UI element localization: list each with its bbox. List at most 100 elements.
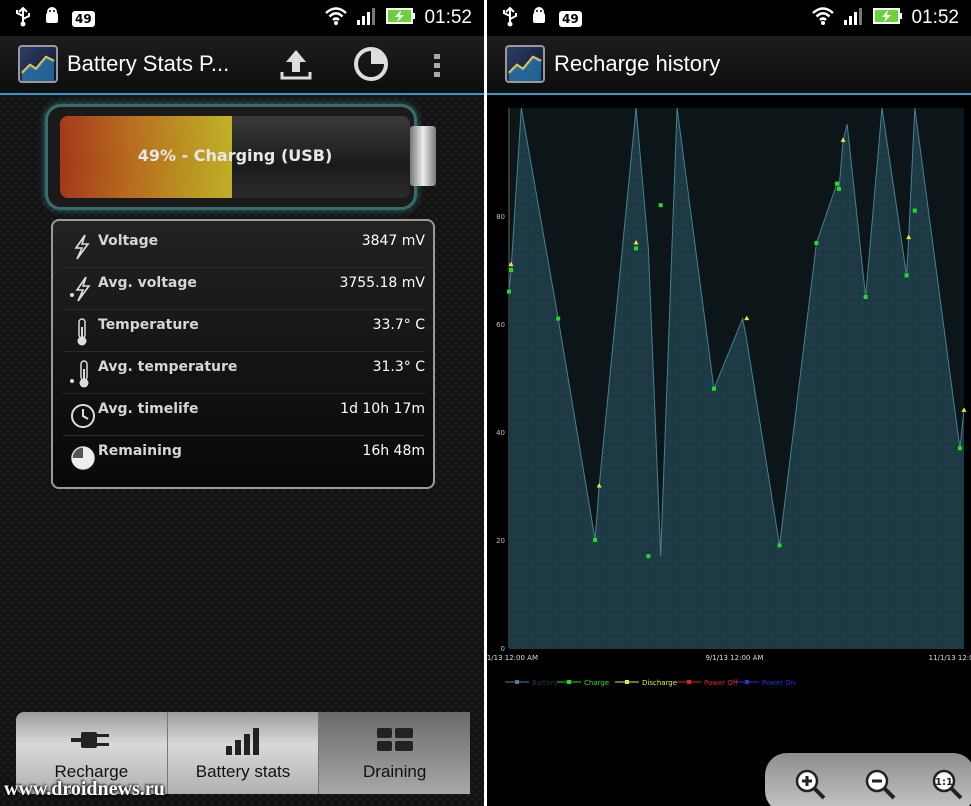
stat-label: Voltage <box>98 233 159 249</box>
pie-icon <box>69 443 95 471</box>
stat-row-voltage: Voltage 3847 mV <box>63 225 425 268</box>
usb-icon <box>14 6 32 31</box>
charge-point <box>509 268 514 272</box>
charge-point <box>904 273 909 278</box>
charge-point <box>507 289 511 294</box>
avg-bolt-icon <box>69 275 95 303</box>
thermometer-icon <box>69 317 95 346</box>
overflow-menu-button[interactable] <box>428 44 448 84</box>
stat-value: 3847 mV <box>361 233 425 249</box>
battery-gauge: 49% - Charging (USB) <box>45 104 417 210</box>
clock-icon <box>69 401 95 429</box>
stat-label: Avg. timelife <box>98 401 199 417</box>
avg-thermometer-icon <box>69 359 95 388</box>
stat-label: Temperature <box>98 317 199 333</box>
stat-value: 31.3° C <box>372 359 425 375</box>
zoom-out-button[interactable] <box>863 767 897 801</box>
legend-marker <box>687 680 691 684</box>
x-tick-label: 9/1/13 12:00 AM <box>705 654 763 662</box>
action-bar: Recharge history <box>487 36 971 95</box>
upload-button[interactable] <box>276 44 316 84</box>
pie-chart-icon <box>354 47 388 81</box>
recharge-history-chart[interactable]: 0 20 40 60 80 7/1/13 12:00 AM 9/1/13 12:00 AM 1… <box>487 96 971 706</box>
legend-label: Charge <box>584 679 609 687</box>
stat-value: 1d 10h 17m <box>340 401 425 417</box>
charge-point <box>593 538 598 542</box>
status-bar: 49 01:52 <box>0 0 484 36</box>
clock: 01:52 <box>911 7 959 28</box>
tab-draining[interactable]: Draining <box>319 712 471 794</box>
notification-badge: 49 <box>559 11 582 27</box>
charge-point <box>957 446 962 451</box>
y-tick-label: 40 <box>496 429 505 437</box>
legend-label: Power Off <box>704 679 738 687</box>
action-bar: Battery Stats P... <box>0 36 484 95</box>
screen-title: Recharge history <box>554 51 721 76</box>
legend-label: Discharge <box>642 679 677 687</box>
watermark: www.droidnews.ru <box>4 778 165 800</box>
charge-point <box>711 386 716 391</box>
bolt-icon <box>69 233 95 261</box>
tab-label: Draining <box>363 762 427 781</box>
charge-point <box>634 246 639 251</box>
legend-marker <box>625 680 629 684</box>
blocks-icon <box>375 726 415 758</box>
battery-stats-screen: 49 01:52 Battery Stats P... 49% - Chargi… <box>0 0 484 806</box>
plug-icon <box>69 726 113 758</box>
stat-row-avg-timelife: Avg. timelife 1d 10h 17m <box>63 393 425 436</box>
y-tick-label: 80 <box>496 213 505 221</box>
pie-chart-button[interactable] <box>351 44 391 84</box>
android-debug-icon <box>529 7 549 31</box>
battery-status-label: 49% - Charging (USB) <box>137 146 333 165</box>
charge-point <box>912 208 917 213</box>
y-tick-label: 20 <box>496 537 505 545</box>
stats-panel: Voltage 3847 mV Avg. voltage 3755.18 mV … <box>51 219 435 489</box>
stat-value: 3755.18 mV <box>339 275 425 291</box>
signal-icon <box>356 6 378 30</box>
signal-icon <box>843 6 865 30</box>
legend-marker <box>515 680 519 684</box>
stat-row-avg-temperature: Avg. temperature 31.3° C <box>63 351 425 394</box>
upload-icon <box>280 50 312 80</box>
recharge-history-screen: 49 01:52 Recharge history 0 20 40 60 80 7/1/1… <box>487 0 971 806</box>
stat-row-temperature: Temperature 33.7° C <box>63 309 425 352</box>
app-logo-icon[interactable] <box>18 45 58 83</box>
zoom-reset-label: 1:1 <box>935 777 953 788</box>
legend-marker <box>567 680 571 684</box>
legend-label: Power On <box>762 679 795 687</box>
app-title: Battery Stats P... <box>67 51 230 76</box>
x-tick-label: 11/1/13 12:00 AM <box>929 654 971 662</box>
wifi-icon <box>811 6 835 30</box>
stat-label: Avg. temperature <box>98 359 238 375</box>
overflow-icon <box>434 54 440 77</box>
charge-point <box>777 543 782 548</box>
y-tick-label: 0 <box>501 645 505 653</box>
clock: 01:52 <box>424 7 472 28</box>
charge-point <box>814 241 819 245</box>
android-debug-icon <box>42 7 62 31</box>
charge-point <box>836 187 841 191</box>
stat-label: Avg. voltage <box>98 275 197 291</box>
tab-label: Battery stats <box>195 762 291 781</box>
charge-point <box>863 295 868 299</box>
status-bar: 49 01:52 <box>487 0 971 36</box>
charge-point <box>658 203 663 208</box>
stat-value: 33.7° C <box>372 317 425 333</box>
notification-badge: 49 <box>72 11 95 27</box>
stat-value: 16h 48m <box>362 443 425 459</box>
stat-label: Remaining <box>98 443 182 459</box>
battery-terminal <box>410 126 436 186</box>
app-logo-icon[interactable] <box>505 45 545 83</box>
charge-point <box>834 181 839 186</box>
zoom-in-button[interactable] <box>793 767 827 801</box>
y-tick-label: 60 <box>496 321 505 329</box>
legend-label: Battery <box>532 679 558 687</box>
zoom-reset-icon: 1:1 <box>932 769 963 800</box>
battery-charging-icon <box>386 7 416 29</box>
usb-icon <box>501 6 519 31</box>
zoom-controls: 1:1 <box>765 753 971 806</box>
zoom-out-icon <box>865 769 896 800</box>
zoom-reset-button[interactable]: 1:1 <box>930 767 964 801</box>
tab-battery-stats[interactable]: Battery stats <box>168 712 320 794</box>
wifi-icon <box>324 6 348 30</box>
